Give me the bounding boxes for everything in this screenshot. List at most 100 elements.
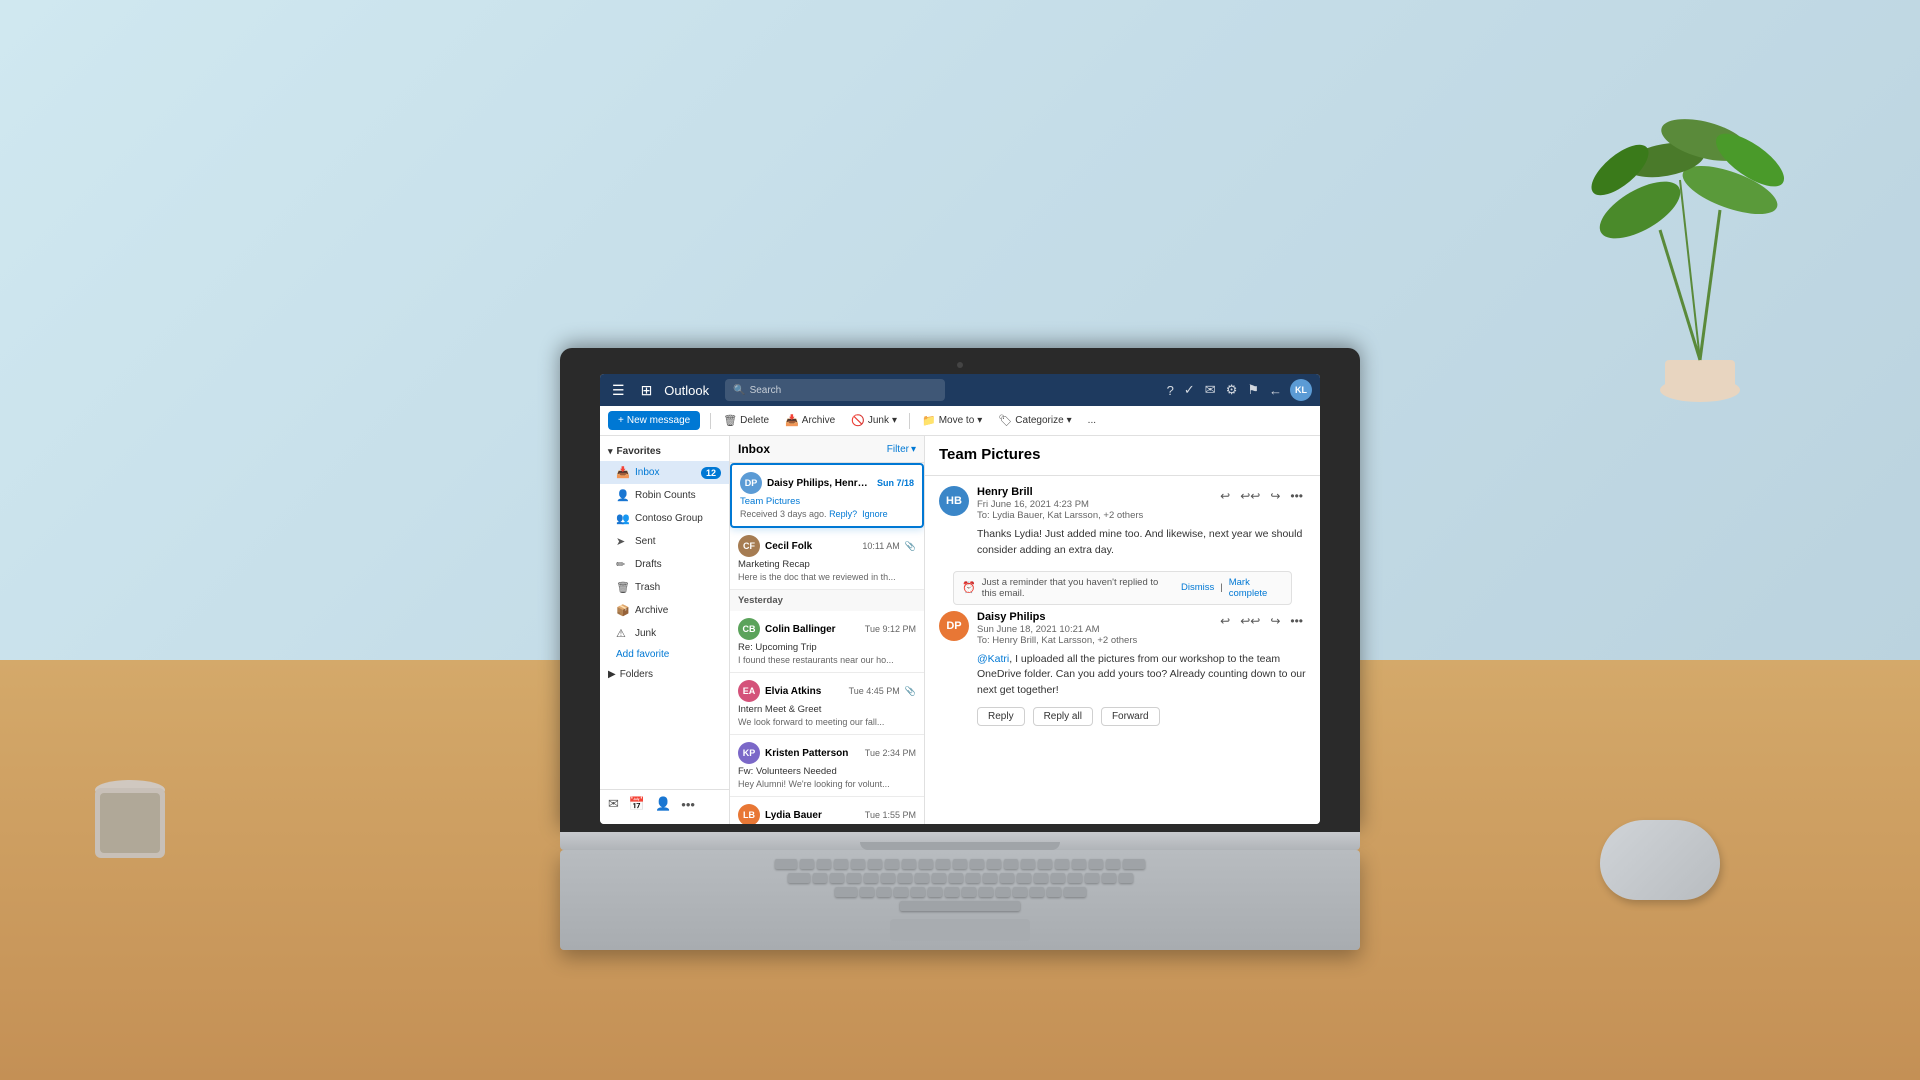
forward-btn-final[interactable]: Forward	[1101, 707, 1160, 726]
key	[835, 887, 857, 897]
email-sender: Daisy Philips, Henry Brill	[767, 478, 872, 489]
key	[1123, 859, 1145, 869]
move-icon: 📁	[922, 414, 936, 427]
mention-katri: @Katri	[977, 653, 1009, 665]
user-avatar[interactable]: KL	[1290, 379, 1312, 401]
sidebar-item-drafts[interactable]: ✏ Drafts	[600, 553, 729, 576]
key	[1119, 873, 1133, 883]
key	[1004, 859, 1018, 869]
hamburger-button[interactable]: ☰	[608, 378, 629, 403]
email-preview-4: We look forward to meeting our fall...	[738, 717, 916, 727]
message-sender-1: Henry Brill	[977, 486, 1209, 498]
email-sender-6: Lydia Bauer	[765, 810, 860, 821]
coffee-cup-decoration	[80, 760, 180, 880]
spacebar	[900, 901, 1020, 911]
key	[898, 873, 912, 883]
more-bottom-icon[interactable]: •••	[681, 797, 695, 812]
key	[1102, 873, 1116, 883]
reply-button-1[interactable]: ↩	[1217, 486, 1233, 506]
key	[1072, 859, 1086, 869]
mark-complete-link[interactable]: Mark complete	[1229, 577, 1283, 599]
key	[885, 859, 899, 869]
reply-all-btn-final[interactable]: Reply all	[1033, 707, 1093, 726]
attachment-icon: 📎	[905, 541, 916, 552]
mail-icon[interactable]: ✉	[1203, 380, 1218, 400]
top-bar: ☰ ⊞ Outlook 🔍 Search ? ✓ ✉ ⚙ ⚑ ← KL	[600, 374, 1320, 406]
email-preview-2: Here is the doc that we reviewed in th..…	[738, 572, 916, 582]
key	[1017, 873, 1031, 883]
message-body-2: @Katri, I uploaded all the pictures from…	[977, 652, 1306, 699]
more-button-1[interactable]: •••	[1287, 486, 1306, 506]
email-preview: Received 3 days ago. Reply? Ignore	[740, 509, 914, 519]
email-item-intern[interactable]: EA Elvia Atkins Tue 4:45 PM 📎 Intern Mee…	[730, 673, 924, 735]
group-icon: 👥	[616, 512, 630, 525]
filter-button[interactable]: Filter ▾	[887, 444, 916, 455]
reply-btn-final[interactable]: Reply	[977, 707, 1025, 726]
key	[1068, 873, 1082, 883]
filter-chevron: ▾	[911, 444, 916, 455]
key	[864, 873, 878, 883]
new-message-button[interactable]: + New message	[608, 411, 700, 430]
toolbar: + New message 🗑 Delete 📥 Archive 🚫 J	[600, 406, 1320, 436]
sent-icon: ➤	[616, 535, 630, 548]
mail-bottom-icon[interactable]: ✉	[608, 796, 619, 812]
archive-icon: 📥	[785, 414, 799, 427]
sidebar-item-trash[interactable]: 🗑 Trash	[600, 576, 729, 599]
search-box[interactable]: 🔍 Search	[725, 379, 945, 401]
move-to-button[interactable]: 📁 Move to ▾	[916, 411, 988, 430]
more-button-2[interactable]: •••	[1287, 611, 1306, 631]
trackpad[interactable]	[890, 919, 1030, 941]
key	[1106, 859, 1120, 869]
message-to-1: To: Lydia Bauer, Kat Larsson, +2 others	[977, 510, 1209, 521]
message-meta-2: Daisy Philips Sun June 18, 2021 10:21 AM…	[977, 611, 1209, 646]
email-item-header-6: LB Lydia Bauer Tue 1:55 PM	[738, 804, 916, 824]
trash-sidebar-icon: 🗑	[616, 581, 630, 594]
archive-button[interactable]: 📥 Archive	[779, 411, 841, 430]
reply-link[interactable]: Reply?	[829, 509, 857, 519]
key	[987, 859, 1001, 869]
sidebar-item-junk[interactable]: ⚠ Junk	[600, 622, 729, 645]
key	[830, 873, 844, 883]
favorites-section[interactable]: ▾ Favorites	[600, 442, 729, 461]
email-subject: Team Pictures	[740, 496, 914, 507]
message-sender-2: Daisy Philips	[977, 611, 1209, 623]
laptop-base	[560, 832, 1360, 850]
add-favorite-button[interactable]: Add favorite	[600, 645, 729, 664]
calendar-icon[interactable]: 📅	[629, 796, 645, 812]
sidebar-item-sent[interactable]: ➤ Sent	[600, 530, 729, 553]
sidebar-item-robin[interactable]: 👤 Robin Counts	[600, 484, 729, 507]
message-to-2: To: Henry Brill, Kat Larsson, +2 others	[977, 635, 1209, 646]
reply-button-2[interactable]: ↩	[1217, 611, 1233, 631]
reply-all-button-2[interactable]: ↩↩	[1237, 611, 1263, 631]
ignore-link[interactable]: Ignore	[862, 509, 888, 519]
outlook-app: ☰ ⊞ Outlook 🔍 Search ? ✓ ✉ ⚙ ⚑ ← KL	[600, 374, 1320, 824]
email-item-team-pictures[interactable]: DP Daisy Philips, Henry Brill Sun 7/18 T…	[730, 463, 924, 528]
email-sender-3: Colin Ballinger	[765, 624, 860, 635]
forward-button-1[interactable]: ↪	[1267, 486, 1283, 506]
more-button[interactable]: ...	[1082, 412, 1102, 429]
key	[788, 873, 810, 883]
toolbar-separator	[710, 413, 711, 429]
categorize-button[interactable]: 🏷 Categorize ▾	[992, 411, 1077, 430]
back-icon[interactable]: ←	[1267, 381, 1284, 400]
sidebar-item-contoso[interactable]: 👥 Contoso Group	[600, 507, 729, 530]
contacts-icon[interactable]: 👤	[655, 796, 671, 812]
settings-icon[interactable]: ⚙	[1224, 380, 1240, 400]
sidebar-folders[interactable]: ▶ Folders	[600, 664, 729, 685]
reply-all-button-1[interactable]: ↩↩	[1237, 486, 1263, 506]
email-item-volunteers[interactable]: KP Kristen Patterson Tue 2:34 PM Fw: Vol…	[730, 735, 924, 797]
email-item-celebration[interactable]: LB Lydia Bauer Tue 1:55 PM Celebration p…	[730, 797, 924, 824]
flag-icon[interactable]: ⚑	[1245, 380, 1261, 400]
app-grid-icon[interactable]: ⊞	[637, 380, 657, 401]
key	[979, 887, 993, 897]
forward-button-2[interactable]: ↪	[1267, 611, 1283, 631]
junk-button[interactable]: 🚫 Junk ▾	[845, 411, 903, 430]
sidebar-item-inbox[interactable]: 📥 Inbox 12	[600, 461, 729, 484]
delete-button[interactable]: 🗑 Delete	[717, 411, 775, 430]
check-icon[interactable]: ✓	[1182, 380, 1197, 400]
email-item-trip[interactable]: CB Colin Ballinger Tue 9:12 PM Re: Upcom…	[730, 611, 924, 673]
help-icon[interactable]: ?	[1165, 381, 1176, 400]
sidebar-item-archive[interactable]: 📦 Archive	[600, 599, 729, 622]
dismiss-link[interactable]: Dismiss	[1181, 582, 1214, 593]
email-item-marketing[interactable]: CF Cecil Folk 10:11 AM 📎 Marketing Recap…	[730, 528, 924, 590]
